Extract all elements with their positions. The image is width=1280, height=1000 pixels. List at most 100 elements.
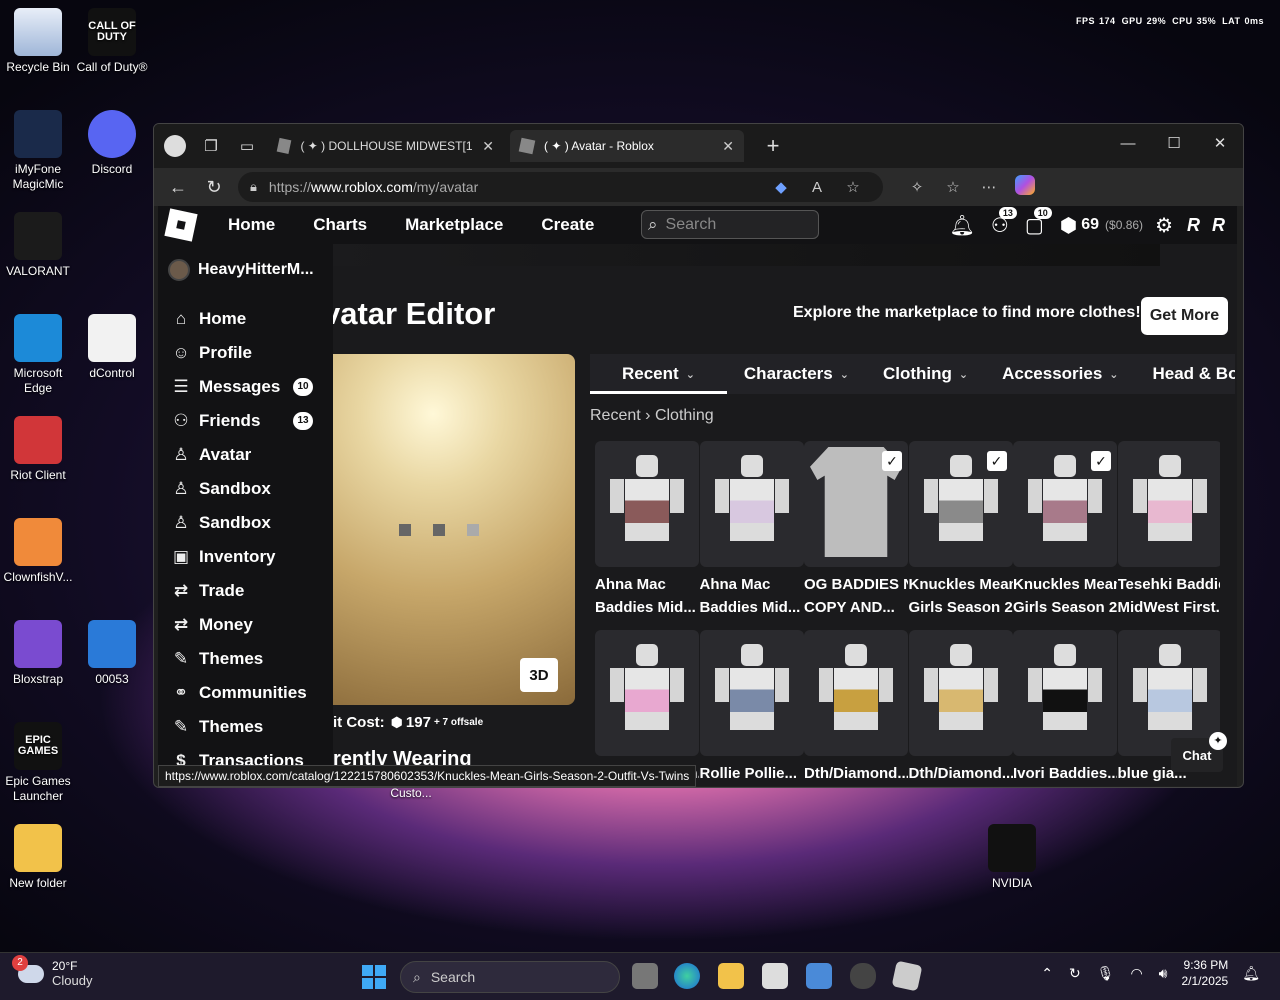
extension-r-icon[interactable]: R xyxy=(1212,215,1225,236)
sidebar-item-profile[interactable]: ☺ Profile xyxy=(158,336,333,370)
item-card[interactable]: Ivori Baddies... xyxy=(1013,630,1117,785)
nav-create[interactable]: Create xyxy=(541,215,594,235)
tab-head-body[interactable]: Head & Body xyxy=(1136,354,1236,394)
notifications-bell-icon[interactable]: 🔔︎ xyxy=(950,213,975,238)
notification-bell-icon[interactable]: 🔔︎ xyxy=(1242,965,1260,982)
copilot-icon[interactable] xyxy=(1007,175,1043,199)
sync-icon[interactable]: ↻ xyxy=(1069,965,1081,982)
minimize-icon[interactable]: — xyxy=(1105,124,1151,164)
back-icon[interactable]: ← xyxy=(160,177,196,198)
roblox-logo-icon[interactable] xyxy=(164,208,198,242)
sidebar-item-home[interactable]: ⌂ Home xyxy=(158,302,333,336)
sidebar-item-sandbox[interactable]: ♙ Sandbox xyxy=(158,506,333,540)
tab-characters[interactable]: Characters ⌄ xyxy=(727,354,866,394)
checkmark-icon[interactable]: ✓ xyxy=(882,451,902,471)
profile-icon[interactable] xyxy=(160,131,190,161)
tab-recent[interactable]: Recent ⌄ xyxy=(590,354,727,394)
robux-balance[interactable]: 69 xyxy=(1081,216,1099,234)
roblox-taskbar-icon[interactable] xyxy=(891,960,923,992)
wifi-icon[interactable]: ◠ xyxy=(1130,965,1142,982)
robux-icon[interactable]: ⬢ xyxy=(1060,213,1077,238)
nav-marketplace[interactable]: Marketplace xyxy=(405,215,503,235)
sidebar-item-money[interactable]: ⇄ Money xyxy=(158,608,333,642)
tab-actions-icon[interactable]: ▭ xyxy=(232,131,262,161)
refresh-icon[interactable]: ↻ xyxy=(196,177,232,198)
sidebar-item-sandbox[interactable]: ♙ Sandbox xyxy=(158,472,333,506)
tab-avatar[interactable]: ( ✦ ) Avatar - Roblox ✕ xyxy=(510,130,744,162)
extension-r-icon[interactable]: R xyxy=(1187,215,1200,236)
checkmark-icon[interactable]: ✓ xyxy=(1091,451,1111,471)
desktop-icon[interactable]: VALORANT xyxy=(0,212,76,279)
monitor-app-icon[interactable] xyxy=(806,963,832,989)
sidebar-item-trade[interactable]: ⇄ Trade xyxy=(158,574,333,608)
desktop-icon[interactable]: Custo... xyxy=(373,786,449,801)
workspaces-icon[interactable]: ❐ xyxy=(196,131,226,161)
chevron-up-icon[interactable]: ⌃ xyxy=(1041,965,1053,982)
clock[interactable]: 9:36 PM 2/1/2025 xyxy=(1182,957,1229,989)
nav-home[interactable]: Home xyxy=(228,215,275,235)
microphone-icon[interactable]: 🎙︎ xyxy=(1097,965,1115,982)
maximize-icon[interactable]: ☐ xyxy=(1151,124,1197,164)
sidebar-item-friends[interactable]: ⚇ Friends 13 xyxy=(158,404,333,438)
tab-dollhouse[interactable]: ( ✦ ) DOLLHOUSE MIDWEST[100K ✕ xyxy=(268,130,504,162)
item-card[interactable]: ✓ Knuckles MeanGirls Season 2... xyxy=(908,441,1013,619)
close-tab-icon[interactable]: ✕ xyxy=(482,138,494,155)
item-card[interactable]: Dth/Diamond... xyxy=(908,630,1013,785)
search-input[interactable]: ⌕ Search xyxy=(641,210,819,239)
item-card[interactable]: Ahna Mac Baddies Mid... xyxy=(595,441,699,619)
start-windows-icon[interactable] xyxy=(362,965,386,989)
close-window-icon[interactable]: ✕ xyxy=(1197,124,1243,164)
sidebar-item-themes[interactable]: ✎ Themes xyxy=(158,642,333,676)
item-card[interactable]: Ahna Mac Baddies Mid... xyxy=(699,441,804,619)
desktop-icon[interactable]: CALL OF DUTY Call of Duty® xyxy=(74,8,150,75)
desktop-icon[interactable]: iMyFone MagicMic xyxy=(0,110,76,192)
file-explorer-icon[interactable] xyxy=(718,963,744,989)
tab-accessories[interactable]: Accessories ⌄ xyxy=(985,354,1135,394)
url-field[interactable]: 🔒︎ https://www.roblox.com/my/avatar ◆ A … xyxy=(238,172,883,202)
read-aloud-icon[interactable]: A xyxy=(799,179,835,196)
desktop-icon[interactable]: Bloxstrap xyxy=(0,620,76,687)
chat-button[interactable]: Chat ✦ xyxy=(1171,732,1227,772)
item-card[interactable]: Dth/Diamond... xyxy=(804,630,908,785)
desktop-icon[interactable]: Recycle Bin xyxy=(0,8,76,75)
taskbar-search[interactable]: ⌕ Search xyxy=(400,961,620,993)
desktop-icon[interactable]: Microsoft Edge xyxy=(0,314,76,396)
desktop-icon[interactable]: Riot Client xyxy=(0,416,76,483)
item-card[interactable]: ✓ OG BADDIES NI COPY AND... xyxy=(804,441,908,619)
sidebar-item-avatar[interactable]: ♙ Avatar xyxy=(158,438,333,472)
get-more-button[interactable]: Get More xyxy=(1141,297,1228,335)
favorites-icon[interactable]: ☆ xyxy=(935,178,971,196)
sidebar-user[interactable]: HeavyHitterM... xyxy=(158,254,333,286)
sidebar-item-themes[interactable]: ✎ Themes xyxy=(158,710,333,744)
sidebar-item-communities[interactable]: ⚭ Communities xyxy=(158,676,333,710)
app-icon[interactable] xyxy=(762,963,788,989)
desktop-icon[interactable]: 00053 xyxy=(74,620,150,687)
weather-widget[interactable]: 2 20°F Cloudy xyxy=(12,954,92,988)
favorite-star-icon[interactable]: ☆ xyxy=(835,178,871,196)
messages-icon[interactable]: ▢ 10 xyxy=(1025,206,1052,238)
edge-taskbar-icon[interactable] xyxy=(674,963,700,989)
task-view-icon[interactable] xyxy=(632,963,658,989)
new-tab-icon[interactable]: + xyxy=(758,131,788,161)
item-card[interactable]: Tesehki Baddie MidWest First... xyxy=(1117,441,1220,619)
settings-gear-icon[interactable]: ⚙ xyxy=(1155,213,1173,238)
desktop-icon[interactable]: ClownfishV... xyxy=(0,518,76,585)
desktop-icon[interactable]: NVIDIA xyxy=(974,824,1050,891)
item-card[interactable]: Rollie Pollie... xyxy=(699,630,804,785)
desktop-icon[interactable]: EPIC GAMES Epic Games Launcher xyxy=(0,722,76,804)
more-menu-icon[interactable]: ⋯ xyxy=(971,178,1007,196)
item-card[interactable]: ✓ Knuckles MeanGirls Season 2... xyxy=(1013,441,1117,619)
toggle-3d-button[interactable]: 3D xyxy=(520,658,558,692)
coupon-tag-icon[interactable]: ◆ xyxy=(763,178,799,196)
nav-charts[interactable]: Charts xyxy=(313,215,367,235)
tab-clothing[interactable]: Clothing ⌄ xyxy=(866,354,985,394)
friends-icon[interactable]: ⚇ 13 xyxy=(991,206,1017,238)
checkmark-icon[interactable]: ✓ xyxy=(986,451,1007,471)
item-card[interactable]: Zoelack South... xyxy=(595,630,699,785)
desktop-icon[interactable]: dControl xyxy=(74,314,150,381)
desktop-icon[interactable]: New folder xyxy=(0,824,76,891)
sidebar-item-inventory[interactable]: ▣ Inventory xyxy=(158,540,333,574)
extensions-icon[interactable]: ✧ xyxy=(899,178,935,196)
desktop-icon[interactable]: Discord xyxy=(74,110,150,177)
mouse-app-icon[interactable] xyxy=(850,963,876,989)
